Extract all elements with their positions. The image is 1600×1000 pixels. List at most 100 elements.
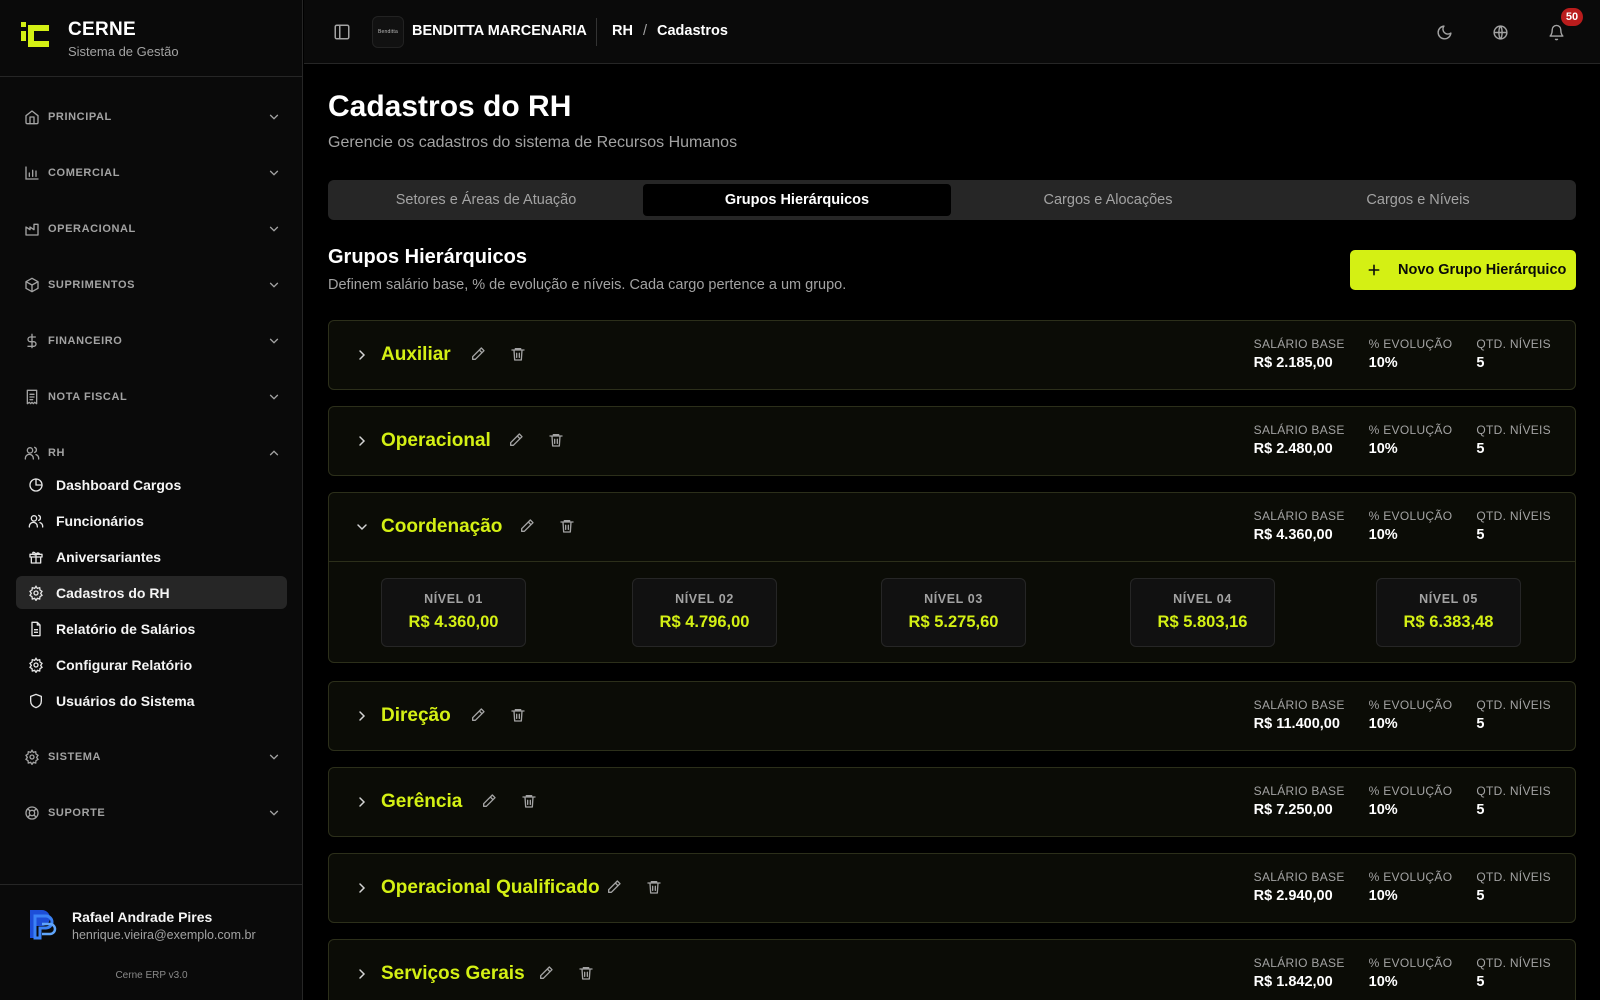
cerne-logo-icon	[21, 22, 49, 47]
stat-value: 10%	[1368, 716, 1398, 732]
group-name: Gerência	[381, 791, 463, 812]
sidebar-section-suporte[interactable]: SUPORTE	[16, 795, 287, 831]
tab-grupos-hierarquicos[interactable]: Grupos Hierárquicos	[643, 184, 951, 216]
level-label: NÍVEL 03	[924, 592, 983, 606]
stat-label: % EVOLUÇÃO	[1368, 337, 1453, 351]
stat-salario-base: SALÁRIO BASE R$ 1.842,00	[1254, 956, 1345, 990]
pencil-icon[interactable]	[481, 793, 497, 809]
sidebar-section-suprimentos[interactable]: SUPRIMENTOS	[16, 267, 287, 303]
stat-evolucao: % EVOLUÇÃO 10%	[1369, 423, 1453, 457]
chevron-right-icon[interactable]	[354, 433, 370, 449]
sidebar-item-usuarios-sistema[interactable]: Usuários do Sistema	[16, 684, 287, 717]
sidebar: CERNE Sistema de Gestão PRINCIPAL COMERC…	[0, 0, 303, 1000]
section-title: Grupos Hierárquicos	[328, 246, 527, 268]
theme-toggle-button[interactable]	[1432, 20, 1456, 44]
stat-label: QTD. NÍVEIS	[1476, 870, 1551, 884]
group-stats: SALÁRIO BASE R$ 7.250,00 % EVOLUÇÃO 10% QT…	[1254, 784, 1551, 818]
chevron-right-icon[interactable]	[354, 880, 370, 896]
gear-icon	[25, 749, 39, 765]
stat-qtd-niveis: QTD. NÍVEIS 5	[1476, 423, 1551, 457]
stat-label: SALÁRIO BASE	[1253, 698, 1345, 712]
level-label: NÍVEL 04	[1173, 592, 1232, 606]
group-actions	[481, 793, 537, 809]
group-name: Auxiliar	[381, 344, 451, 365]
pencil-icon[interactable]	[519, 518, 535, 534]
lifebuoy-icon	[25, 806, 39, 820]
toggle-sidebar-button[interactable]	[330, 20, 354, 44]
group-card: Direção SALÁRIO BASE R$ 11.400,00 % EVOLU…	[328, 681, 1576, 751]
sidebar-item-label: Dashboard Cargos	[56, 476, 182, 493]
sidebar-section-nota-fiscal[interactable]: NOTA FISCAL	[16, 379, 287, 415]
group-name: Operacional Qualificado	[381, 877, 600, 898]
level-value: R$ 6.383,48	[1403, 613, 1494, 631]
pencil-icon[interactable]	[606, 879, 622, 895]
chevron-right-icon[interactable]	[354, 794, 370, 810]
level-value: R$ 5.803,16	[1157, 613, 1248, 631]
level-value: R$ 4.796,00	[659, 613, 750, 631]
trash-icon[interactable]	[559, 518, 575, 534]
gear-icon	[29, 584, 43, 601]
group-header[interactable]: Gerência SALÁRIO BASE R$ 7.250,00 % EVOLU…	[329, 768, 1575, 836]
sidebar-item-relatorio-salarios[interactable]: Relatório de Salários	[16, 612, 287, 645]
breadcrumb-rh[interactable]: RH	[612, 23, 633, 39]
user-profile[interactable]: Rafael Andrade Pires henrique.vieira@exe…	[0, 884, 303, 1000]
tab-cargos-niveis[interactable]: Cargos e Níveis	[1264, 184, 1572, 216]
sidebar-item-aniversariantes[interactable]: Aniversariantes	[16, 540, 287, 573]
pie-chart-icon	[29, 477, 43, 492]
sidebar-section-financeiro[interactable]: FINANCEIRO	[16, 323, 287, 359]
stat-qtd-niveis: QTD. NÍVEIS 5	[1476, 509, 1551, 543]
stat-label: % EVOLUÇÃO	[1368, 870, 1453, 884]
pencil-icon[interactable]	[470, 707, 486, 723]
sidebar-section-operacional[interactable]: OPERACIONAL	[16, 211, 287, 247]
pencil-icon[interactable]	[538, 965, 554, 981]
language-button[interactable]	[1488, 20, 1512, 44]
stat-salario-base: SALÁRIO BASE R$ 11.400,00	[1254, 698, 1345, 732]
pencil-icon[interactable]	[508, 432, 524, 448]
group-header[interactable]: Operacional SALÁRIO BASE R$ 2.480,00 % EV…	[329, 407, 1575, 475]
company-name[interactable]: BENDITTA MARCENARIA	[412, 23, 587, 39]
chevron-right-icon[interactable]	[354, 966, 370, 982]
sidebar-section-comercial[interactable]: COMERCIAL	[16, 155, 287, 191]
stat-value: R$ 11.400,00	[1253, 716, 1340, 732]
chevron-right-icon[interactable]	[354, 347, 370, 363]
group-header[interactable]: Auxiliar SALÁRIO BASE R$ 2.185,00 % EVOLU…	[329, 321, 1575, 389]
trash-icon[interactable]	[510, 707, 526, 723]
sidebar-section-label: SUPORTE	[48, 807, 106, 819]
stat-value: 5	[1476, 441, 1485, 457]
stat-value: 5	[1476, 355, 1485, 371]
sidebar-item-configurar-relatorio[interactable]: Configurar Relatório	[16, 648, 287, 681]
group-header[interactable]: Coordenação SALÁRIO BASE R$ 4.360,00 % EV…	[329, 493, 1575, 561]
chevron-right-icon[interactable]	[354, 708, 370, 724]
main-content: Cadastros do RH Gerencie os cadastros do…	[304, 65, 1600, 1000]
stat-qtd-niveis: QTD. NÍVEIS 5	[1476, 698, 1551, 732]
sidebar-section-label: SISTEMA	[48, 751, 102, 763]
sidebar-item-funcionarios[interactable]: Funcionários	[16, 504, 287, 537]
sidebar-section-label: SUPRIMENTOS	[48, 279, 136, 291]
tab-cargos-alocacoes[interactable]: Cargos e Alocações	[954, 184, 1262, 216]
sidebar-item-dashboard-cargos[interactable]: Dashboard Cargos	[16, 468, 287, 501]
group-header[interactable]: Serviços Gerais SALÁRIO BASE R$ 1.842,00 …	[329, 940, 1575, 1000]
group-header[interactable]: Operacional Qualificado SALÁRIO BASE R$ 2…	[329, 854, 1575, 922]
trash-icon[interactable]	[510, 346, 526, 362]
trash-icon[interactable]	[578, 965, 594, 981]
trash-icon[interactable]	[548, 432, 564, 448]
sidebar-section-sistema[interactable]: SISTEMA	[16, 739, 287, 775]
sidebar-section-label: COMERCIAL	[48, 167, 121, 179]
new-group-button[interactable]: Novo Grupo Hierárquico	[1350, 250, 1576, 290]
stat-label: QTD. NÍVEIS	[1476, 956, 1551, 970]
pencil-icon[interactable]	[470, 346, 486, 362]
tab-setores[interactable]: Setores e Áreas de Atuação	[332, 184, 640, 216]
sidebar-section-rh[interactable]: RH	[16, 435, 287, 471]
sidebar-section-label: FINANCEIRO	[48, 335, 123, 347]
trash-icon[interactable]	[521, 793, 537, 809]
chevron-down-icon[interactable]	[354, 519, 370, 535]
stat-label: % EVOLUÇÃO	[1368, 423, 1453, 437]
chevron-down-icon	[269, 394, 279, 400]
trash-icon[interactable]	[646, 879, 662, 895]
sidebar-item-cadastros-rh[interactable]: Cadastros do RH	[16, 576, 287, 609]
group-header[interactable]: Direção SALÁRIO BASE R$ 11.400,00 % EVOLU…	[329, 682, 1575, 750]
stat-label: SALÁRIO BASE	[1253, 423, 1345, 437]
moon-icon	[1437, 24, 1452, 39]
sidebar-section-principal[interactable]: PRINCIPAL	[16, 99, 287, 135]
stat-value: 5	[1476, 802, 1485, 818]
